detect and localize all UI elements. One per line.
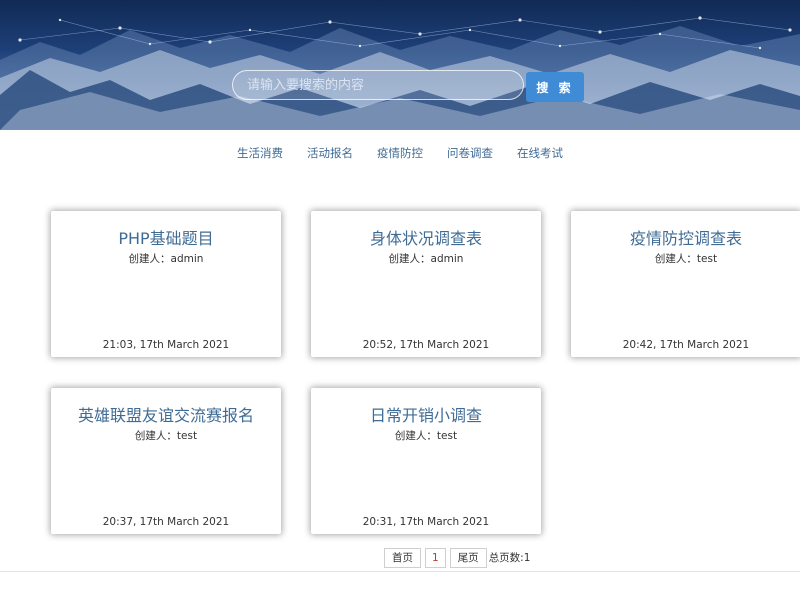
- last-page-button[interactable]: 尾页: [449, 548, 487, 568]
- header-banner: 搜 索: [0, 0, 800, 130]
- category-nav: 生活消费 活动报名 疫情防控 问卷调查 在线考试: [0, 143, 800, 163]
- card-title[interactable]: 英雄联盟友谊交流赛报名: [51, 402, 281, 426]
- pagination: 首页 1 尾页 总页数:1: [384, 548, 530, 568]
- search-input[interactable]: [232, 70, 524, 100]
- page-number-button[interactable]: 1: [425, 548, 446, 568]
- nav-item-activity-signup[interactable]: 活动报名: [307, 143, 353, 163]
- card-date: 21:03, 17th March 2021: [102, 339, 230, 351]
- card-title[interactable]: 身体状况调查表: [311, 225, 541, 249]
- card-title[interactable]: 日常开销小调查: [311, 402, 541, 426]
- card-creator: 创建人：admin: [128, 253, 204, 265]
- nav-item-epidemic-control[interactable]: 疫情防控: [377, 143, 423, 163]
- nav-item-questionnaire[interactable]: 问卷调查: [447, 143, 493, 163]
- card-title[interactable]: 疫情防控调查表: [571, 225, 800, 249]
- mountain-background-image: [0, 16, 800, 130]
- footer-divider: [0, 571, 800, 572]
- survey-card[interactable]: PHP基础题目 创建人：admin 21:03, 17th March 2021: [51, 211, 281, 357]
- survey-card[interactable]: 英雄联盟友谊交流赛报名 创建人：test 20:37, 17th March 2…: [51, 388, 281, 534]
- first-page-button[interactable]: 首页: [384, 548, 421, 568]
- card-date: 20:52, 17th March 2021: [362, 339, 490, 351]
- nav-item-life-consumption[interactable]: 生活消费: [237, 143, 283, 163]
- card-title[interactable]: PHP基础题目: [51, 225, 281, 249]
- search-button[interactable]: 搜 索: [526, 72, 584, 102]
- card-creator: 创建人：test: [134, 430, 198, 442]
- card-creator: 创建人：test: [394, 430, 458, 442]
- nav-item-online-exam[interactable]: 在线考试: [517, 143, 563, 163]
- survey-card[interactable]: 身体状况调查表 创建人：admin 20:52, 17th March 2021: [311, 211, 541, 357]
- card-date: 20:31, 17th March 2021: [362, 516, 490, 528]
- search-box: [232, 70, 524, 100]
- card-date: 20:37, 17th March 2021: [102, 516, 230, 528]
- card-creator: 创建人：admin: [388, 253, 464, 265]
- total-pages-text: 总页数:1: [488, 552, 531, 564]
- survey-card[interactable]: 日常开销小调查 创建人：test 20:31, 17th March 2021: [311, 388, 541, 534]
- card-creator: 创建人：test: [654, 253, 718, 265]
- card-date: 20:42, 17th March 2021: [622, 339, 750, 351]
- survey-card[interactable]: 疫情防控调查表 创建人：test 20:42, 17th March 2021: [571, 211, 800, 357]
